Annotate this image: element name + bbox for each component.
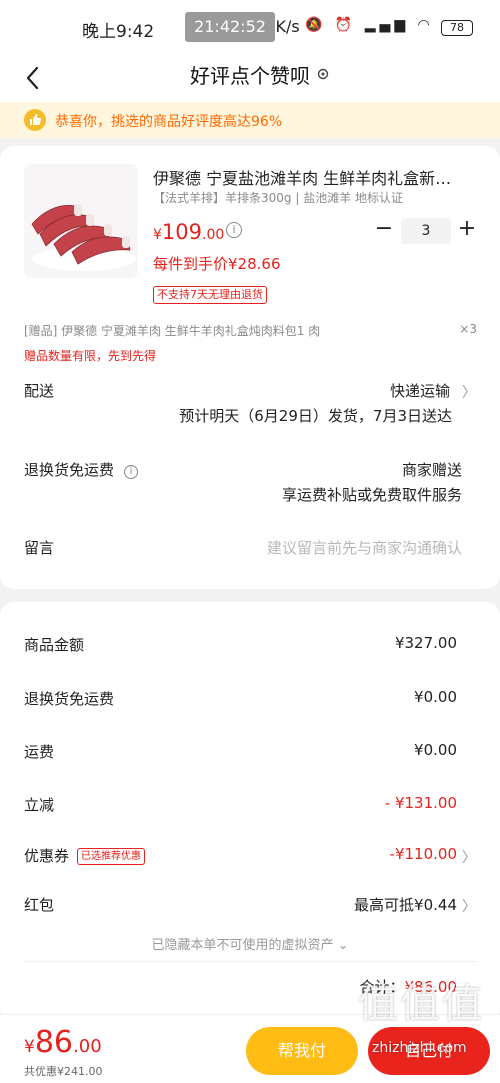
- return-policy-badge: 不支持7天无理由退货: [153, 286, 267, 304]
- message-input[interactable]: 建议留言前先与商家沟通确认: [267, 537, 462, 558]
- total-row: 合计：¥86.00: [359, 976, 457, 997]
- checkout-price-decimal: .00: [73, 1036, 102, 1057]
- nav-bar: 好评点个赞呗: [0, 56, 500, 102]
- summary-value-coupon[interactable]: -¥110.00: [390, 845, 457, 863]
- product-spec[interactable]: 【法式羊排】羊排条300g | 盐池滩羊 地标认证: [153, 189, 403, 206]
- hidden-assets-toggle[interactable]: 已隐藏本单不可使用的虚拟资产 ⌄: [0, 934, 500, 953]
- total-value: ¥86.00: [404, 978, 458, 996]
- mute-icon: 🔕: [305, 17, 327, 33]
- price-int: 109: [161, 220, 203, 244]
- location-pin-icon: [317, 68, 329, 80]
- summary-value-discount: - ¥131.00: [384, 794, 457, 812]
- product-price: ¥109.00: [153, 220, 224, 244]
- summary-value-goods: ¥327.00: [394, 634, 457, 652]
- gift-note: 赠品数量有限，先到先得: [24, 349, 157, 363]
- help-pay-button[interactable]: 帮我付: [246, 1027, 358, 1075]
- unit-price: 每件到手价¥28.66: [153, 255, 281, 273]
- summary-label-discount: 立减: [24, 796, 55, 814]
- gift-text: [赠品] 伊聚德 宁夏滩羊肉 生鲜牛羊肉礼盒炖肉料包1 肉: [24, 324, 321, 338]
- summary-label-return-shipping: 退换货免运费: [24, 690, 115, 708]
- wifi-icon: ◠: [417, 17, 434, 33]
- price-summary-card: 商品金额 ¥327.00 退换货免运费 ¥0.00 运费 ¥0.00 立减 - …: [0, 602, 500, 1022]
- checkout-price: ¥86.00: [24, 1025, 102, 1060]
- battery-icon: 78: [441, 20, 473, 36]
- return-shipping-label: 退换货免运费 i: [24, 459, 139, 480]
- price-decimal: .00: [202, 227, 225, 243]
- checkout-discount: 共优惠¥241.00: [24, 1065, 103, 1078]
- checkout-bar: ¥86.00 共优惠¥241.00 帮我付 自己付: [0, 1014, 500, 1083]
- price-info-icon[interactable]: i: [226, 222, 242, 238]
- page-title: 好评点个赞呗: [190, 64, 310, 88]
- product-title[interactable]: 伊聚德 宁夏盐池滩羊肉 生鲜羊肉礼盒新…: [153, 165, 473, 189]
- message-label: 留言: [24, 539, 55, 557]
- chevron-right-icon[interactable]: 〉: [462, 382, 476, 402]
- status-time: 晚上9:42: [82, 22, 155, 42]
- coupon-tag: 已选推荐优惠: [77, 848, 146, 865]
- chevron-right-icon[interactable]: 〉: [462, 847, 476, 867]
- return-shipping-desc: 享运费补贴或免费取件服务: [281, 486, 462, 504]
- quantity-stepper[interactable]: 3: [401, 218, 451, 244]
- summary-label-shipping: 运费: [24, 743, 55, 761]
- delivery-schedule: 预计明天（6月29日）发货，7月3日送达: [179, 407, 452, 425]
- summary-value-return-shipping: ¥0.00: [414, 688, 457, 706]
- status-bar: 晚上9:42 2.2K/s 🔕 ⏰ ▂▄▆ ◠ 78 21:42:52: [0, 0, 500, 56]
- chevron-right-icon[interactable]: 〉: [462, 896, 476, 916]
- banner-text: 恭喜你，挑选的商品好评度高达96%: [55, 114, 283, 130]
- quantity-increase-button[interactable]: +: [456, 218, 478, 242]
- gift-count: ×3: [459, 322, 477, 336]
- delivery-label: 配送: [24, 382, 55, 400]
- praise-banner: 恭喜你，挑选的商品好评度高达96%: [0, 102, 500, 138]
- summary-label-goods: 商品金额: [24, 636, 85, 654]
- summary-value-shipping: ¥0.00: [414, 741, 457, 759]
- signal-hd-icon: ▂▄▆: [364, 17, 410, 33]
- coupon-row[interactable]: 优惠券 已选推荐优惠: [24, 845, 146, 866]
- total-label: 合计：: [359, 978, 405, 996]
- quantity-decrease-button[interactable]: −: [374, 218, 394, 242]
- thumbs-up-icon: [24, 109, 46, 131]
- product-image[interactable]: [24, 164, 138, 278]
- summary-label-coupon: 优惠券: [24, 847, 70, 865]
- checkout-price-int: 86: [34, 1025, 74, 1060]
- order-item-card: 伊聚德 宁夏盐池滩羊肉 生鲜羊肉礼盒新… 【法式羊排】羊排条300g | 盐池滩…: [0, 146, 500, 589]
- clock-overlay: 21:42:52: [185, 12, 275, 42]
- price-currency: ¥: [153, 227, 162, 243]
- self-pay-button[interactable]: 自己付: [368, 1027, 490, 1075]
- gift-row[interactable]: [赠品] 伊聚德 宁夏滩羊肉 生鲜牛羊肉礼盒炖肉料包1 肉 ×3: [24, 322, 477, 339]
- checkout-price-currency: ¥: [24, 1037, 35, 1057]
- info-icon[interactable]: i: [124, 465, 139, 479]
- return-shipping-label-text: 退换货免运费: [24, 461, 115, 479]
- status-icons: 🔕 ⏰ ▂▄▆ ◠: [305, 17, 434, 33]
- divider: [24, 961, 476, 962]
- return-shipping-value: 商家赠送: [401, 461, 462, 479]
- summary-value-redpacket[interactable]: 最高可抵¥0.44: [354, 894, 457, 915]
- delivery-method[interactable]: 快递运输: [390, 380, 450, 401]
- summary-label-redpacket: 红包: [24, 896, 55, 914]
- alarm-icon: ⏰: [334, 17, 357, 33]
